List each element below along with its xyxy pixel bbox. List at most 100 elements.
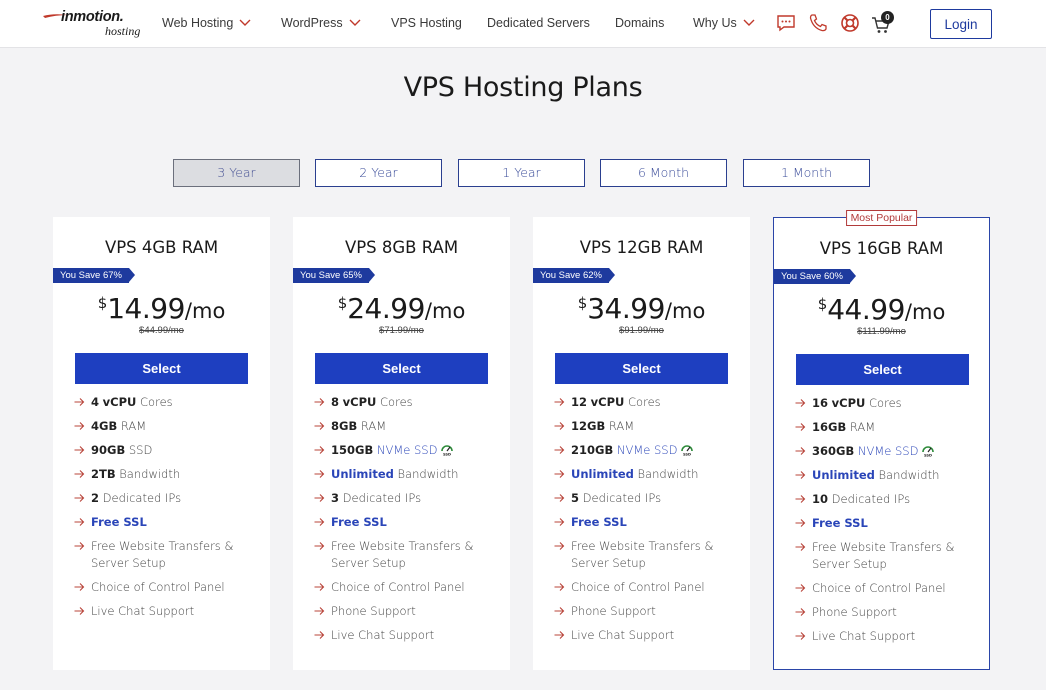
arrow-right-icon bbox=[314, 446, 325, 454]
feature-support-chat: Live Chat Support bbox=[314, 627, 504, 644]
plan-name: VPS 12GB RAM bbox=[579, 238, 704, 257]
feature-transfer: Free Website Transfers & Server Setup bbox=[795, 539, 985, 573]
arrow-right-icon bbox=[314, 542, 325, 550]
feature-support: Live Chat Support bbox=[74, 603, 264, 620]
feature-bandwidth: Unlimited Bandwidth bbox=[795, 467, 985, 484]
feature-ssl: Free SSL bbox=[74, 514, 264, 531]
logo-brand: inmotion. bbox=[61, 9, 124, 25]
feature-storage: 90GB SSD bbox=[74, 442, 264, 459]
feature-label: Dedicated IPs bbox=[831, 492, 911, 506]
nav-dedicated-servers[interactable]: Dedicated Servers bbox=[487, 16, 590, 30]
price-currency: $ bbox=[97, 294, 108, 312]
chevron-down-icon bbox=[349, 19, 361, 26]
free-ssl-link[interactable]: Free SSL bbox=[331, 515, 387, 529]
select-plan-button[interactable]: Select bbox=[75, 353, 248, 384]
arrow-right-icon bbox=[314, 631, 325, 639]
term-2-year[interactable]: 2 Year bbox=[315, 159, 442, 187]
arrow-right-icon bbox=[554, 631, 565, 639]
phone-icon[interactable] bbox=[808, 13, 828, 33]
arrow-right-icon bbox=[74, 470, 85, 478]
feature-value: Unlimited bbox=[331, 467, 394, 481]
price-period: /mo bbox=[424, 299, 466, 323]
term-3-year[interactable]: 3 Year bbox=[173, 159, 300, 187]
free-ssl-link[interactable]: Free SSL bbox=[571, 515, 627, 529]
feature-value: 12GB bbox=[571, 419, 606, 433]
term-6-month[interactable]: 6 Month bbox=[600, 159, 727, 187]
feature-value: 3 bbox=[331, 491, 340, 505]
arrow-right-icon bbox=[314, 518, 325, 526]
arrow-right-icon bbox=[554, 422, 565, 430]
term-1-month[interactable]: 1 Month bbox=[743, 159, 870, 187]
feature-label[interactable]: NVMe SSD bbox=[617, 443, 678, 457]
svg-text:SSD: SSD bbox=[443, 452, 451, 456]
page-title: VPS Hosting Plans bbox=[403, 72, 643, 103]
feature-label: Dedicated IPs bbox=[582, 491, 662, 505]
feature-label: Live Chat Support bbox=[812, 629, 916, 643]
arrow-right-icon bbox=[795, 495, 806, 503]
feature-bandwidth: Unlimited Bandwidth bbox=[314, 466, 504, 483]
nav-vps-hosting[interactable]: VPS Hosting bbox=[391, 16, 462, 30]
nvme-icon: SSD bbox=[922, 445, 935, 457]
original-price: $71.99/mo bbox=[379, 325, 424, 336]
arrow-right-icon bbox=[795, 608, 806, 616]
arrow-right-icon bbox=[554, 494, 565, 502]
free-ssl-link[interactable]: Free SSL bbox=[91, 515, 147, 529]
feature-value: vCPU bbox=[831, 396, 866, 410]
lifebuoy-icon[interactable] bbox=[840, 13, 860, 33]
feature-label[interactable]: NVMe SSD bbox=[377, 443, 438, 457]
feature-label: Live Chat Support bbox=[571, 628, 675, 642]
chat-icon[interactable] bbox=[776, 13, 796, 33]
feature-support: Phone Support bbox=[795, 604, 985, 621]
arrow-right-icon bbox=[795, 632, 806, 640]
nav-domains[interactable]: Domains bbox=[615, 16, 664, 30]
savings-badge: You Save 60% bbox=[774, 269, 856, 284]
select-plan-button[interactable]: Select bbox=[555, 353, 728, 384]
nav-why-us[interactable]: Why Us bbox=[693, 16, 755, 30]
arrow-right-icon bbox=[554, 446, 565, 454]
feature-label[interactable]: NVMe SSD bbox=[858, 444, 919, 458]
feature-label: Bandwidth bbox=[397, 467, 459, 481]
feature-label: Free Website Transfers & Server Setup bbox=[331, 539, 474, 570]
nav-wordpress[interactable]: WordPress bbox=[281, 16, 361, 30]
feature-label: Bandwidth bbox=[119, 467, 181, 481]
feature-value: vCPU bbox=[102, 395, 137, 409]
nav-web-hosting[interactable]: Web Hosting bbox=[162, 16, 251, 30]
feature-list: 4 vCPU Cores 4GB RAM 90GB SSD 2TB Bandwidth… bbox=[74, 394, 264, 627]
feature-value: 12 bbox=[571, 395, 588, 409]
feature-list: 12 vCPU Cores 12GB RAM 210GB NVMe SSD SSD Un… bbox=[554, 394, 744, 651]
select-plan-button[interactable]: Select bbox=[315, 353, 488, 384]
price-period: /mo bbox=[664, 299, 706, 323]
feature-ips: 10 Dedicated IPs bbox=[795, 491, 985, 508]
select-plan-button[interactable]: Select bbox=[796, 354, 969, 385]
chevron-down-icon bbox=[743, 19, 755, 26]
logo-sub: hosting bbox=[105, 24, 141, 38]
nvme-icon: SSD bbox=[681, 444, 694, 456]
arrow-right-icon bbox=[74, 542, 85, 550]
feature-ssl: Free SSL bbox=[314, 514, 504, 531]
feature-bandwidth: Unlimited Bandwidth bbox=[554, 466, 744, 483]
feature-value: 2TB bbox=[91, 467, 116, 481]
feature-cpu: 4 vCPU Cores bbox=[74, 394, 264, 411]
feature-value: 5 bbox=[571, 491, 580, 505]
feature-label: Phone Support bbox=[331, 604, 416, 618]
arrow-right-icon bbox=[795, 543, 806, 551]
feature-label: Phone Support bbox=[571, 604, 656, 618]
arrow-right-icon bbox=[314, 494, 325, 502]
nav-label: Web Hosting bbox=[162, 16, 234, 30]
plan-card: VPS 8GB RAM You Save 65% $24.99/mo $71.99/m… bbox=[293, 217, 510, 670]
feature-label: RAM bbox=[608, 419, 635, 433]
feature-cpu: 12 vCPU Cores bbox=[554, 394, 744, 411]
plan-price: $34.99/mo bbox=[533, 292, 750, 325]
inmotion-logo[interactable]: inmotion. hosting bbox=[43, 9, 153, 41]
nav-label: Domains bbox=[615, 16, 665, 30]
arrow-right-icon bbox=[74, 422, 85, 430]
plan-price: $24.99/mo bbox=[293, 292, 510, 325]
feature-cpu: 16 vCPU Cores bbox=[795, 395, 985, 412]
login-button[interactable]: Login bbox=[930, 9, 992, 39]
feature-label: Live Chat Support bbox=[331, 628, 435, 642]
arrow-right-icon bbox=[795, 447, 806, 455]
feature-storage: 360GB NVMe SSD SSD bbox=[795, 443, 985, 460]
price-currency: $ bbox=[337, 294, 348, 312]
free-ssl-link[interactable]: Free SSL bbox=[812, 516, 868, 530]
term-1-year[interactable]: 1 Year bbox=[458, 159, 585, 187]
